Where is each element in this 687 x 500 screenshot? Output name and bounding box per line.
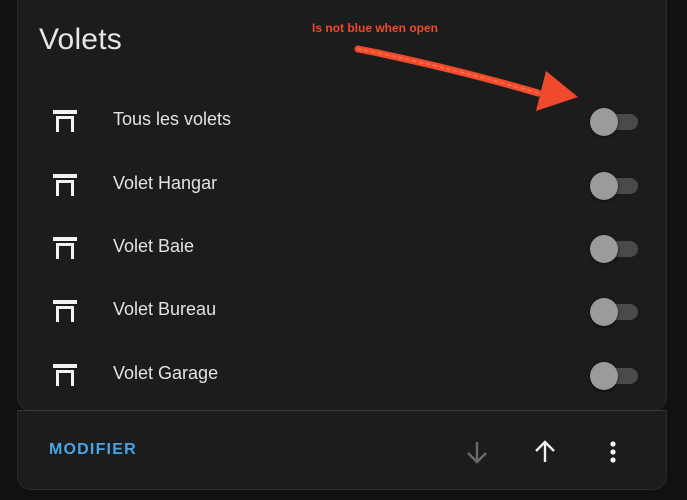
entity-label[interactable]: Volet Hangar bbox=[113, 173, 217, 194]
entity-row-volet-garage[interactable]: Volet Garage bbox=[18, 343, 668, 407]
toggle-thumb bbox=[590, 235, 618, 263]
entity-label[interactable]: Volet Bureau bbox=[113, 299, 216, 320]
window-shutter-icon bbox=[53, 174, 77, 196]
screen: Volets Tous les volets Volet Hangar Vole… bbox=[0, 0, 687, 500]
dots-vertical-icon[interactable] bbox=[598, 437, 628, 467]
annotation-text: Is not blue when open bbox=[312, 21, 438, 35]
window-shutter-icon bbox=[53, 364, 77, 386]
modify-button[interactable]: MODIFIER bbox=[49, 441, 137, 459]
toggle-thumb bbox=[590, 108, 618, 136]
arrow-down-icon[interactable] bbox=[462, 437, 492, 467]
arrow-up-icon[interactable] bbox=[530, 437, 560, 467]
annotation-arrow-icon bbox=[354, 45, 578, 111]
entity-row-volet-hangar[interactable]: Volet Hangar bbox=[18, 153, 668, 217]
toggle-switch[interactable] bbox=[590, 298, 640, 326]
card-actions: MODIFIER bbox=[17, 410, 667, 490]
toggle-thumb bbox=[590, 298, 618, 326]
entity-label[interactable]: Volet Baie bbox=[113, 236, 194, 257]
entity-label[interactable]: Volet Garage bbox=[113, 363, 218, 384]
entity-row-volet-baie[interactable]: Volet Baie bbox=[18, 216, 668, 280]
toggle-switch[interactable] bbox=[590, 172, 640, 200]
window-shutter-icon bbox=[53, 237, 77, 259]
window-shutter-icon bbox=[53, 110, 77, 132]
card-title: Volets bbox=[39, 23, 122, 56]
toggle-thumb bbox=[590, 172, 618, 200]
toggle-switch[interactable] bbox=[590, 362, 640, 390]
toggle-thumb bbox=[590, 362, 618, 390]
toggle-switch[interactable] bbox=[590, 108, 640, 136]
toggle-switch[interactable] bbox=[590, 235, 640, 263]
entity-row-volet-bureau[interactable]: Volet Bureau bbox=[18, 279, 668, 343]
entity-label[interactable]: Tous les volets bbox=[113, 109, 231, 130]
window-shutter-icon bbox=[53, 300, 77, 322]
